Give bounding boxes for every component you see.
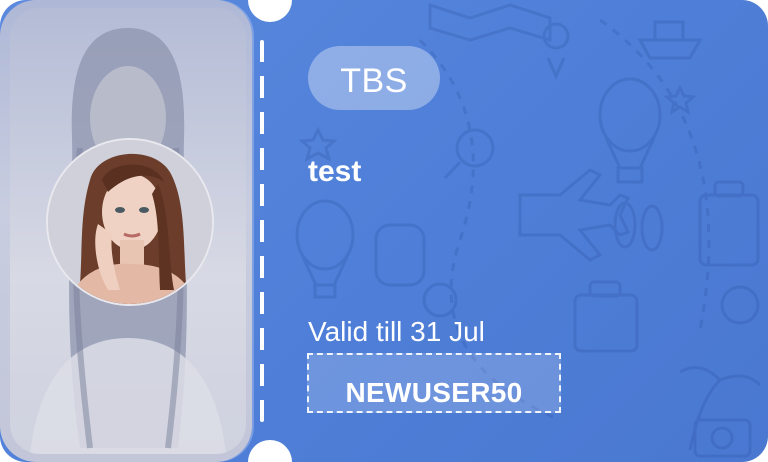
brand-name: TBS bbox=[340, 61, 408, 100]
validity-text: Valid till 31 Jul bbox=[308, 316, 485, 347]
offer-title: test bbox=[308, 155, 362, 188]
perforation-line bbox=[260, 40, 264, 422]
coupon-code: NEWUSER50 bbox=[345, 377, 523, 408]
coupon-ticket[interactable]: TBS test Valid till 31 Jul NEWUSER50 bbox=[0, 0, 768, 462]
coupon-code-box[interactable]: NEWUSER50 bbox=[307, 353, 561, 413]
brand-badge: TBS bbox=[308, 46, 440, 110]
photo-panel bbox=[0, 0, 252, 462]
user-photo-icon bbox=[46, 138, 214, 306]
